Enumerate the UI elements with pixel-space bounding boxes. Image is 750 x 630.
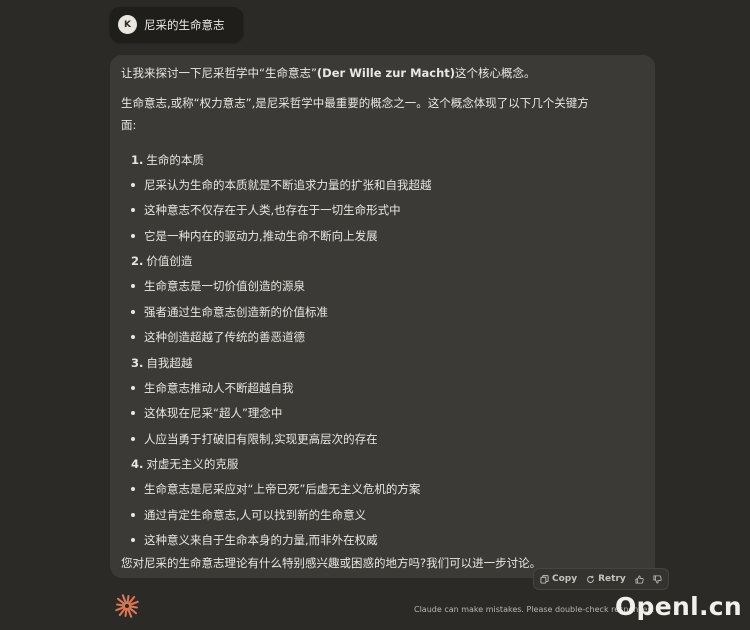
- bullet-text: 尼采认为生命的本质就是不断追求力量的扩张和自我超越: [144, 177, 432, 192]
- bullet-dot: [131, 182, 135, 187]
- retry-button[interactable]: Retry: [586, 574, 626, 584]
- bullet-text: 通过肯定生命意志,人可以找到新的生命意义: [144, 507, 367, 522]
- section-heading: 1. 生命的本质: [131, 147, 644, 172]
- chat-page: K 尼采的生命意志 让我来探讨一下尼采哲学中“生命意志”(Der Wille z…: [0, 0, 750, 630]
- sections-list: 1. 生命的本质尼采认为生命的本质就是不断追求力量的扩张和自我超越 这种意志不仅存在…: [121, 147, 644, 553]
- thumbs-down-icon: [653, 574, 662, 584]
- message-actions: Copy Retry: [533, 568, 669, 590]
- section-title: 生命的本质: [146, 152, 204, 167]
- section-heading: 4. 对虚无主义的克服: [131, 452, 644, 477]
- bullet-dot: [131, 487, 135, 492]
- thumbs-down-button[interactable]: [653, 574, 662, 584]
- bullet-dot: [131, 411, 135, 416]
- bullet-item: 生命意志是尼采应对“上帝已死”后虚无主义危机的方案: [131, 477, 644, 503]
- logo-ray: [126, 595, 130, 605]
- bullet-text: 生命意志是一切价值创造的源泉: [144, 279, 305, 294]
- copy-icon: [540, 574, 549, 584]
- retry-label: Retry: [598, 574, 626, 584]
- watermark: Openl.cn: [615, 592, 742, 621]
- section-number: 4.: [131, 457, 144, 471]
- bullet-dot: [131, 335, 135, 340]
- logo-ray: [124, 607, 128, 617]
- intro-bold: (Der Wille zur Macht): [316, 66, 456, 80]
- thumbs-up-button[interactable]: [635, 574, 644, 584]
- bullet-text: 这种意志不仅存在于人类,也存在于一切生命形式中: [144, 203, 401, 218]
- section-number: 3.: [131, 355, 144, 370]
- bullet-dot: [131, 436, 135, 441]
- bullet-item: 这体现在尼采“超人”理念中: [131, 401, 644, 427]
- copy-button[interactable]: Copy: [540, 574, 577, 584]
- bullet-dot: [131, 208, 135, 213]
- bullet-text: 这种创造超越了传统的善恶道德: [144, 330, 305, 345]
- bullet-dot: [131, 233, 135, 238]
- bullet-item: 它是一种内在的驱动力,推动生命不断向上发展: [131, 223, 644, 249]
- bullet-item: 这种意志不仅存在于人类,也存在于一切生命形式中: [131, 198, 644, 224]
- bullet-item: 通过肯定生命意志,人可以找到新的生命意义: [131, 502, 644, 528]
- bullet-dot: [131, 284, 135, 289]
- bullet-item: 尼采认为生命的本质就是不断追求力量的扩张和自我超越: [131, 172, 644, 198]
- bullet-dot: [131, 385, 135, 390]
- section-title: 对虚无主义的克服: [146, 457, 239, 471]
- section-number: 1.: [131, 152, 144, 167]
- intro-post: 这个核心概念。: [455, 66, 536, 80]
- assistant-message: 让我来探讨一下尼采哲学中“生命意志”(Der Wille zur Macht)这…: [110, 55, 655, 578]
- bullet-item: 人应当勇于打破旧有限制,实现更高层次的存在: [131, 426, 644, 452]
- bullet-dot: [131, 538, 135, 543]
- bullet-text: 生命意志推动人不断超越自我: [144, 380, 294, 395]
- bullet-item: 这种意义来自于生命本身的力量,而非外在权威: [131, 528, 644, 554]
- retry-icon: [587, 575, 595, 583]
- section-number: 2.: [131, 254, 144, 268]
- section-title: 价值创造: [146, 254, 193, 268]
- intro-text: 让我来探讨一下尼采哲学中“生命意志”(Der Wille zur Macht)这…: [121, 66, 644, 81]
- bullet-dot: [131, 512, 135, 517]
- bullet-item: 生命意志是一切价值创造的源泉: [131, 274, 644, 300]
- logo-ray: [116, 603, 126, 607]
- claude-logo-icon: [115, 594, 139, 618]
- bullet-dot: [131, 309, 135, 314]
- logo-ray: [128, 605, 138, 609]
- bullet-text: 这种意义来自于生命本身的力量,而非外在权威: [144, 533, 378, 548]
- intro-pre: 让我来探讨一下尼采哲学中“生命意志”: [121, 66, 317, 80]
- section-heading: 2. 价值创造: [131, 249, 644, 274]
- user-message-text: 尼采的生命意志: [144, 17, 225, 32]
- user-message: K 尼采的生命意志: [110, 7, 243, 42]
- user-avatar[interactable]: K: [118, 15, 137, 34]
- intro-paragraph: 生命意志,或称“权力意志”,是尼采哲学中最重要的概念之一。这个概念体现了以下几个…: [121, 96, 589, 132]
- bullet-item: 这种创造超越了传统的善恶道德: [131, 325, 644, 351]
- bullet-text: 这体现在尼采“超人”理念中: [144, 406, 283, 421]
- bullet-text: 强者通过生命意志创造新的价值标准: [144, 304, 328, 319]
- section-heading: 3. 自我超越: [131, 350, 644, 375]
- bullet-text: 生命意志是尼采应对“上帝已死”后虚无主义危机的方案: [144, 482, 421, 497]
- bullet-item: 生命意志推动人不断超越自我: [131, 375, 644, 401]
- bullet-text: 它是一种内在的驱动力,推动生命不断向上发展: [144, 228, 378, 243]
- bullet-item: 强者通过生命意志创造新的价值标准: [131, 299, 644, 325]
- thumbs-up-icon: [635, 574, 644, 584]
- copy-label: Copy: [552, 574, 578, 584]
- bullet-text: 人应当勇于打破旧有限制,实现更高层次的存在: [144, 431, 378, 446]
- section-title: 自我超越: [146, 355, 193, 370]
